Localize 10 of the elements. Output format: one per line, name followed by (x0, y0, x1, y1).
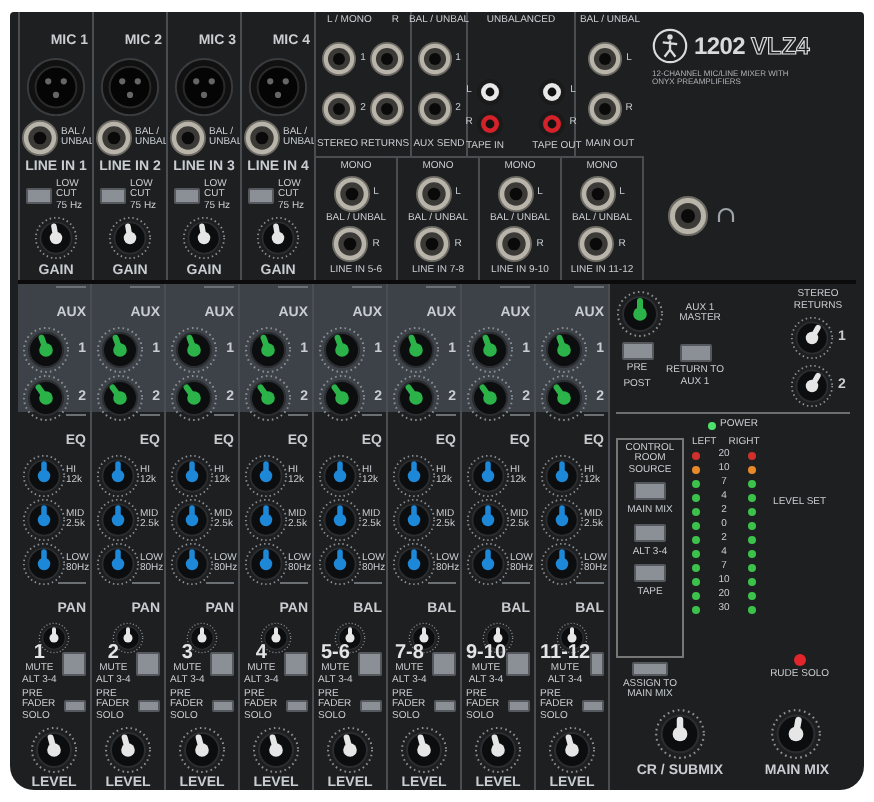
panel-label: 7-8 (394, 642, 424, 664)
panel-label: 4 (255, 642, 267, 664)
panel-label: 11-12 (540, 642, 591, 664)
panel-label: 5-6 (320, 642, 350, 664)
panel-label: 1 (33, 642, 45, 664)
model-name: 1202 (694, 32, 745, 60)
panel-label: 9-10 (466, 642, 507, 664)
panel-label: 3 (181, 642, 193, 664)
panel-label: 2 (107, 642, 119, 664)
model-suffix: VLZ4 (751, 32, 810, 60)
